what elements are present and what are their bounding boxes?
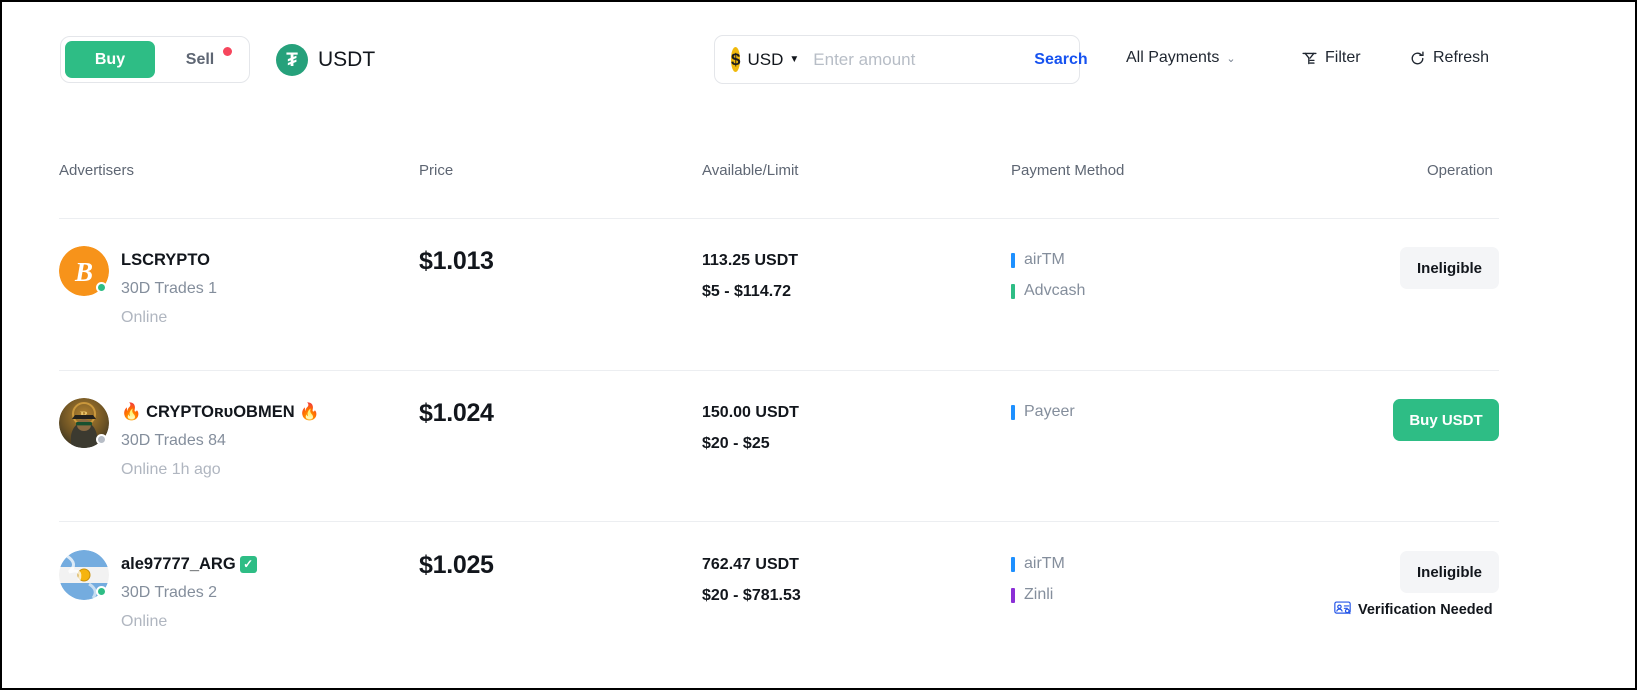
presence-dot [96, 434, 107, 445]
verified-check-icon: ✓ [240, 556, 257, 573]
payment-method-label: Advcash [1024, 282, 1085, 300]
amount-input[interactable] [813, 50, 1034, 70]
toolbar: Buy Sell ₮ USDT $ USD ▼ Search All Payme… [2, 2, 1635, 114]
price-value: $1.013 [419, 247, 494, 276]
limit-range: $20 - $781.53 [702, 587, 801, 605]
ineligible-button: Ineligible [1400, 247, 1499, 289]
search-button[interactable]: Search [1034, 51, 1087, 69]
payment-method-label: Zinli [1024, 586, 1053, 604]
payment-method: airTM [1011, 251, 1065, 269]
table-header: Advertisers Price Available/Limit Paymen… [2, 162, 1635, 192]
header-payment: Payment Method [1011, 162, 1124, 179]
refresh-icon [1409, 50, 1426, 67]
currency-code-label: USD [747, 50, 783, 70]
payment-method: Payeer [1011, 403, 1075, 421]
coin-symbol-label: USDT [318, 48, 375, 72]
limit-range: $5 - $114.72 [702, 283, 791, 301]
payment-method-color-bar [1011, 557, 1015, 572]
payment-method-color-bar [1011, 284, 1015, 299]
chevron-down-icon[interactable]: ▼ [789, 54, 799, 65]
advertiser-trades: 30D Trades 84 [121, 432, 226, 450]
payment-method-color-bar [1011, 588, 1015, 603]
svg-text:B: B [74, 257, 93, 287]
price-value: $1.025 [419, 551, 494, 580]
advertiser-status: Online [121, 309, 167, 327]
refresh-button[interactable]: Refresh [1409, 49, 1489, 67]
advertiser-name-text: 🔥 CRYPTOʀᴜOBMEN 🔥 [121, 403, 320, 422]
header-price: Price [419, 162, 453, 179]
payment-method-label: Payeer [1024, 403, 1075, 421]
available-amount: 113.25 USDT [702, 252, 798, 270]
amount-search-box[interactable]: $ USD ▼ Search [714, 35, 1080, 84]
id-card-icon [1334, 601, 1351, 619]
header-advertisers: Advertisers [59, 162, 134, 179]
advertiser-name-text: ale97777_ARG [121, 555, 236, 574]
advertiser-name[interactable]: LSCRYPTO [121, 251, 210, 270]
ineligible-button: Ineligible [1400, 551, 1499, 593]
refresh-label: Refresh [1433, 49, 1489, 67]
chevron-down-icon: ⌄ [1226, 52, 1235, 65]
advertiser-trades: 30D Trades 2 [121, 584, 217, 602]
payment-method-color-bar [1011, 253, 1015, 268]
advertiser-status: Online 1h ago [121, 461, 221, 479]
coin-selector[interactable]: ₮ USDT [276, 44, 375, 76]
sell-tab[interactable]: Sell [155, 41, 245, 78]
tether-icon: ₮ [276, 44, 308, 76]
buy-tab[interactable]: Buy [65, 41, 155, 78]
payment-method-label: airTM [1024, 555, 1065, 573]
payment-method-color-bar [1011, 405, 1015, 420]
header-divider [59, 218, 1499, 219]
buy-tab-label: Buy [95, 51, 125, 69]
filter-label: Filter [1325, 49, 1361, 67]
payment-method: Zinli [1011, 586, 1053, 604]
sell-tab-label: Sell [186, 51, 214, 69]
filter-funnel-icon [1301, 50, 1318, 67]
row-divider [59, 521, 1499, 522]
advertiser-name[interactable]: 🔥 CRYPTOʀᴜOBMEN 🔥 [121, 403, 320, 422]
payment-method-label: airTM [1024, 251, 1065, 269]
sell-notification-dot [223, 47, 232, 56]
buy-sell-toggle[interactable]: Buy Sell [60, 36, 250, 83]
advertiser-name-text: LSCRYPTO [121, 251, 210, 270]
available-amount: 150.00 USDT [702, 404, 799, 422]
header-available: Available/Limit [702, 162, 798, 179]
presence-dot [96, 282, 107, 293]
verification-needed-label: Verification Needed [1358, 602, 1493, 618]
all-payments-dropdown[interactable]: All Payments ⌄ [1126, 49, 1236, 67]
presence-dot [96, 586, 107, 597]
header-operation: Operation [1427, 162, 1493, 179]
advertiser-status: Online [121, 613, 167, 631]
advertiser-name[interactable]: ale97777_ARG✓ [121, 555, 257, 574]
available-amount: 762.47 USDT [702, 556, 799, 574]
row-divider [59, 370, 1499, 371]
verification-needed-note: Verification Needed [1334, 601, 1493, 619]
payment-method: Advcash [1011, 282, 1085, 300]
all-payments-label: All Payments [1126, 49, 1219, 67]
filter-button[interactable]: Filter [1301, 49, 1361, 67]
limit-range: $20 - $25 [702, 435, 770, 453]
payment-method: airTM [1011, 555, 1065, 573]
dollar-coin-icon: $ [731, 47, 740, 72]
advertiser-trades: 30D Trades 1 [121, 280, 217, 298]
price-value: $1.024 [419, 399, 494, 428]
buy-usdt-button[interactable]: Buy USDT [1393, 399, 1499, 441]
p2p-marketplace-page: Buy Sell ₮ USDT $ USD ▼ Search All Payme… [0, 0, 1637, 690]
